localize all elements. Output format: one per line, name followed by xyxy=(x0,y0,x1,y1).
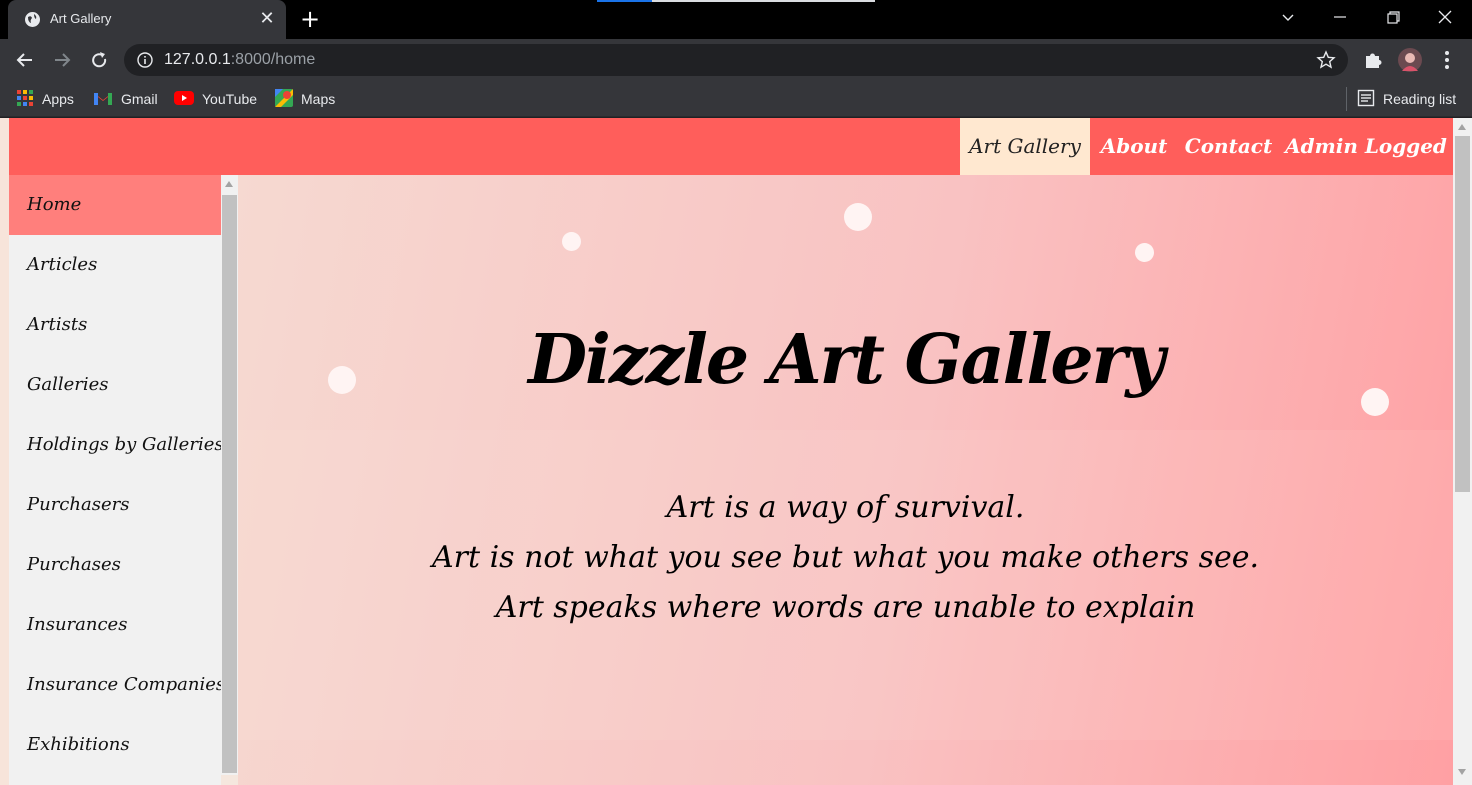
sidebar-scrollbar[interactable] xyxy=(221,175,238,775)
url-path: :8000/home xyxy=(230,51,316,68)
bookmark-apps[interactable]: Apps xyxy=(16,88,74,110)
bookmark-label: Apps xyxy=(42,91,74,107)
page-scrollbar[interactable] xyxy=(1453,118,1472,785)
bookmark-star-icon[interactable] xyxy=(1316,50,1336,74)
nav-contact[interactable]: Contact xyxy=(1178,118,1279,175)
bubble-decoration xyxy=(1135,243,1154,262)
sidebar-item-home[interactable]: Home xyxy=(9,175,221,235)
close-window-icon[interactable] xyxy=(1432,6,1458,30)
scroll-up-arrow-icon[interactable] xyxy=(225,181,233,187)
youtube-icon xyxy=(174,90,194,108)
scroll-down-arrow-icon[interactable] xyxy=(1458,769,1466,775)
reading-list-label: Reading list xyxy=(1383,91,1457,107)
reading-list-button[interactable]: Reading list xyxy=(1357,88,1456,110)
quote-line: Art is not what you see but what you mak… xyxy=(431,540,1260,575)
bookmark-maps[interactable]: Maps xyxy=(275,88,335,110)
sidebar-item-galleries[interactable]: Galleries xyxy=(9,355,221,415)
url-text[interactable]: 127.0.0.1:8000/home xyxy=(164,51,315,69)
nav-art-gallery[interactable]: Art Gallery xyxy=(960,118,1090,175)
bookmark-gmail[interactable]: Gmail xyxy=(93,88,158,110)
sidebar-item-insurances[interactable]: Insurances xyxy=(9,595,221,655)
quote-line: Art is a way of survival. xyxy=(666,490,1025,525)
bookmark-label: Maps xyxy=(301,91,336,107)
forward-arrow-icon[interactable] xyxy=(49,47,75,73)
sidebar-item-holdings[interactable]: Holdings by Galleries xyxy=(9,415,224,475)
browser-toolbar: 127.0.0.1:8000/home xyxy=(0,39,1472,81)
sidebar-item-articles[interactable]: Articles xyxy=(9,235,221,295)
close-tab-icon[interactable]: ✕ xyxy=(258,9,276,29)
sidebar-item-exhibitions[interactable]: Exhibitions xyxy=(9,715,221,775)
new-tab-button[interactable]: + xyxy=(298,7,322,31)
minimize-icon[interactable] xyxy=(1327,6,1353,30)
hero-band xyxy=(238,430,1453,740)
top-navbar: Art Gallery About Contact Admin Logged I… xyxy=(9,118,1453,215)
bubble-decoration xyxy=(844,203,872,231)
restore-icon[interactable] xyxy=(1380,6,1406,30)
sidebar-item-purchases[interactable]: Purchases xyxy=(9,535,221,595)
browser-titlebar: Art Gallery ✕ + xyxy=(0,0,1472,39)
sidebar-item-purchasers[interactable]: Purchasers xyxy=(9,475,221,535)
bubble-decoration xyxy=(562,232,581,251)
maps-icon xyxy=(275,88,293,110)
quote-line: Art speaks where words are unable to exp… xyxy=(495,590,1196,625)
tab-search-icon[interactable] xyxy=(1275,6,1301,30)
reading-list-icon xyxy=(1357,89,1375,110)
page-viewport: Art Gallery About Contact Admin Logged I… xyxy=(0,118,1472,785)
nav-about[interactable]: About xyxy=(1090,118,1178,175)
site-info-icon[interactable] xyxy=(136,51,154,73)
bookmark-youtube[interactable]: YouTube xyxy=(174,88,257,110)
bookmark-label: Gmail xyxy=(121,91,158,107)
back-arrow-icon[interactable] xyxy=(12,47,38,73)
gmail-icon xyxy=(93,90,113,109)
loading-indicator xyxy=(597,0,652,2)
url-host: 127.0.0.1 xyxy=(164,51,231,68)
globe-icon xyxy=(24,11,41,32)
sidebar-item-artists[interactable]: Artists xyxy=(9,295,221,355)
sidebar: Home Articles Artists Galleries Holdings… xyxy=(9,175,225,785)
page-scroll-thumb[interactable] xyxy=(1455,136,1470,492)
reload-icon[interactable] xyxy=(86,47,112,73)
loading-track xyxy=(652,0,875,2)
menu-dots-icon[interactable] xyxy=(1434,47,1460,73)
bookmarks-bar: Apps Gmail YouTube Maps Reading list xyxy=(0,81,1472,117)
address-bar[interactable]: 127.0.0.1:8000/home xyxy=(124,44,1348,76)
sidebar-scroll-thumb[interactable] xyxy=(222,195,237,773)
browser-tab[interactable]: Art Gallery ✕ xyxy=(8,0,286,39)
nav-admin-logged-in[interactable]: Admin Logged In xyxy=(1279,118,1453,215)
hero-title: Dizzle Art Gallery xyxy=(528,320,1165,400)
bookmark-label: YouTube xyxy=(202,91,258,107)
apps-grid-icon xyxy=(16,89,34,110)
scroll-up-arrow-icon[interactable] xyxy=(1458,124,1466,130)
profile-avatar[interactable] xyxy=(1397,47,1423,73)
bookmarks-divider xyxy=(1346,87,1347,111)
tab-title: Art Gallery xyxy=(50,11,112,26)
extensions-puzzle-icon[interactable] xyxy=(1360,47,1386,73)
page-edge xyxy=(0,118,9,785)
hero-section: Dizzle Art Gallery Art is a way of survi… xyxy=(238,175,1453,785)
sidebar-item-insurance-companies[interactable]: Insurance Companies xyxy=(9,655,225,715)
